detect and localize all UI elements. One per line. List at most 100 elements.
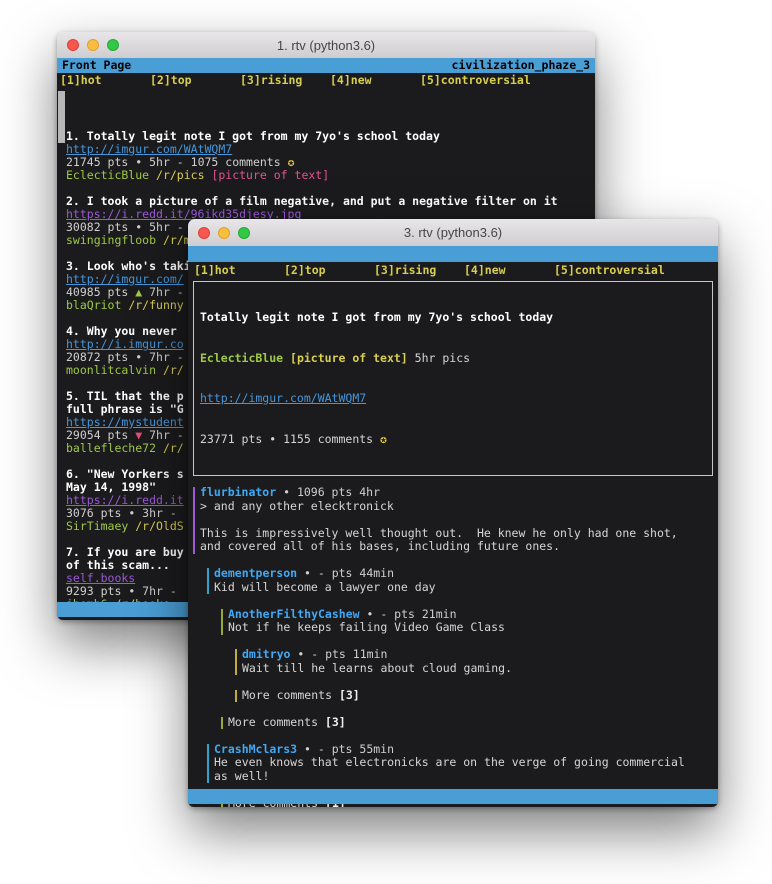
post-meta-text: 7hr - (142, 350, 184, 364)
post-author[interactable]: blaQriot (66, 298, 121, 312)
comment[interactable]: flurbinator • 1096 pts 4hr> and any othe… (193, 486, 718, 554)
comment-author[interactable]: flurbinator (200, 485, 276, 499)
minimize-button[interactable] (218, 227, 230, 239)
post-subreddit[interactable]: /r/ (163, 363, 184, 377)
comment-body-line: > and any other elecktronick (200, 500, 718, 514)
submission-author[interactable]: EclecticBlue (200, 351, 283, 365)
front-window-titlebar[interactable]: 3. rtv (python3.6) (188, 219, 718, 247)
window-title: 3. rtv (python3.6) (404, 225, 502, 240)
comment-author[interactable]: CrashMclars3 (214, 742, 297, 756)
comment-body-line: as well! (214, 770, 718, 784)
comment-author[interactable]: dmitryo (242, 647, 290, 661)
sort-tab-rising[interactable]: [3]rising (240, 73, 302, 88)
submission-stats: 23771 pts • 1155 comments (200, 432, 373, 446)
comment-header: dmitryo • - pts 11min (242, 648, 718, 662)
post-subreddit[interactable]: /r/ (163, 441, 184, 455)
more-comments-row[interactable]: More comments [3] (242, 689, 718, 703)
post-tagline: EclecticBlue /r/pics [picture of text] (66, 169, 595, 182)
space (156, 233, 163, 247)
zoom-button[interactable] (107, 39, 119, 51)
sort-tab-hot[interactable]: [1]hot (60, 73, 102, 88)
sort-tab-controversial[interactable]: [5]controversial (420, 73, 531, 88)
post-meta-text: 7hr - (135, 584, 177, 598)
submission-row[interactable]: 1. Totally legit note I got from my 7yo'… (66, 130, 595, 182)
comment-header: AnotherFilthyCashew • - pts 21min (228, 608, 718, 622)
sort-tab-top[interactable]: [2]top (150, 73, 192, 88)
comment-meta: • 1096 pts 4hr (276, 485, 380, 499)
post-flair: [picture of text] (211, 168, 329, 182)
sort-tab-top[interactable]: [2]top (284, 263, 326, 278)
comment-body-line: He even knows that electronicks are on t… (214, 756, 718, 770)
comment-meta: • - pts 11min (290, 647, 387, 661)
front-terminal: https://www.reddit.com/r/pics/comments/6… (188, 246, 718, 807)
comment-depth-bar (221, 717, 223, 730)
comment-body-line (200, 513, 718, 527)
submission-summary-box[interactable]: Totally legit note I got from my 7yo's s… (193, 281, 713, 476)
comment-body-line: and covered all of his bases, including … (200, 540, 718, 554)
sort-tab-rising[interactable]: [3]rising (374, 263, 436, 278)
post-author[interactable]: moonlitcalvin (66, 363, 156, 377)
post-score: 3076 pts (66, 506, 128, 520)
sort-tab-new[interactable]: [4]new (330, 73, 372, 88)
post-score: 30082 pts (66, 220, 135, 234)
comment-depth-bar (235, 690, 237, 703)
post-subreddit[interactable]: /r/pics (156, 168, 204, 182)
post-author[interactable]: swingingfloob (66, 233, 156, 247)
post-author[interactable]: EclecticBlue (66, 168, 149, 182)
post-meta-text: 3hr - (135, 506, 177, 520)
comment[interactable]: dementperson • - pts 44minKid will becom… (207, 567, 718, 594)
comment[interactable]: CrashMclars3 • - pts 55minHe even knows … (207, 743, 718, 784)
gilded-icon: ✪ (281, 155, 295, 169)
comment-header: dementperson • - pts 44min (214, 567, 718, 581)
close-button[interactable] (67, 39, 79, 51)
post-author[interactable]: SirTimaey (66, 519, 128, 533)
post-subreddit[interactable]: /r/OldS (135, 519, 183, 533)
post-score: 29054 pts (66, 428, 135, 442)
comment-author[interactable]: AnotherFilthyCashew (228, 607, 360, 621)
comment-body-line: Kid will become a lawyer one day (214, 581, 718, 595)
space (156, 363, 163, 377)
post-meta-text: 7hr - (142, 285, 184, 299)
post-subreddit[interactable]: /r/funny (128, 298, 183, 312)
window-title: 1. rtv (python3.6) (277, 38, 375, 53)
comment-depth-bar (235, 649, 237, 675)
comment-body-line: Not if he keeps failing Video Game Class (228, 621, 718, 635)
submission-flair: [picture of text] (290, 351, 408, 365)
sort-tabs: [1]hot [2]top [3]rising [4]new [5]controvers… (188, 263, 718, 278)
front-footer-bar: [?]Help [q]Quit [h]Return [space]Fold/Ex… (188, 789, 718, 804)
post-author[interactable]: ballefleche72 (66, 441, 156, 455)
back-window-titlebar[interactable]: 1. rtv (python3.6) (57, 32, 595, 59)
sort-tab-new[interactable]: [4]new (464, 263, 506, 278)
comment-author[interactable]: dementperson (214, 566, 297, 580)
comment[interactable]: AnotherFilthyCashew • - pts 21minNot if … (221, 608, 718, 635)
comment[interactable]: dmitryo • - pts 11minWait till he learns… (235, 648, 718, 675)
comment-header: flurbinator • 1096 pts 4hr (200, 486, 718, 500)
submission-meta: 5hr pics (415, 351, 470, 365)
gilded-icon: ✪ (380, 432, 387, 446)
more-comments-count: [3] (339, 688, 360, 702)
post-score: 9293 pts (66, 584, 128, 598)
space (149, 168, 156, 182)
sort-tab-hot[interactable]: [1]hot (194, 263, 236, 278)
comment-body-line: This is impressively well thought out. H… (200, 527, 718, 541)
more-comments[interactable]: More comments [3] (221, 716, 718, 730)
submission-link[interactable]: http://imgur.com/WAtWQM7 (200, 391, 366, 405)
comment-depth-bar (193, 487, 195, 554)
submission-url-bar: https://www.reddit.com/r/pics/comments/6… (188, 246, 718, 262)
post-score: 40985 pts (66, 285, 135, 299)
minimize-button[interactable] (87, 39, 99, 51)
more-comments-row[interactable]: More comments [3] (228, 716, 718, 730)
comment-depth-bar (207, 568, 209, 594)
sort-tab-controversial[interactable]: [5]controversial (554, 263, 665, 278)
close-button[interactable] (198, 227, 210, 239)
post-score: 21745 pts (66, 155, 135, 169)
comment-header: CrashMclars3 • - pts 55min (214, 743, 718, 757)
zoom-button[interactable] (238, 227, 250, 239)
submission-tagline: EclecticBlue [picture of text] 5hr pics (200, 352, 706, 366)
more-comments-label: More comments (228, 715, 325, 729)
comment-list: flurbinator • 1096 pts 4hr> and any othe… (188, 486, 718, 807)
more-comments[interactable]: More comments [3] (235, 689, 718, 703)
selection-cursor (58, 91, 65, 143)
front-terminal-window: 3. rtv (python3.6) https://www.reddit.co… (188, 219, 718, 807)
comment-depth-bar (207, 744, 209, 784)
